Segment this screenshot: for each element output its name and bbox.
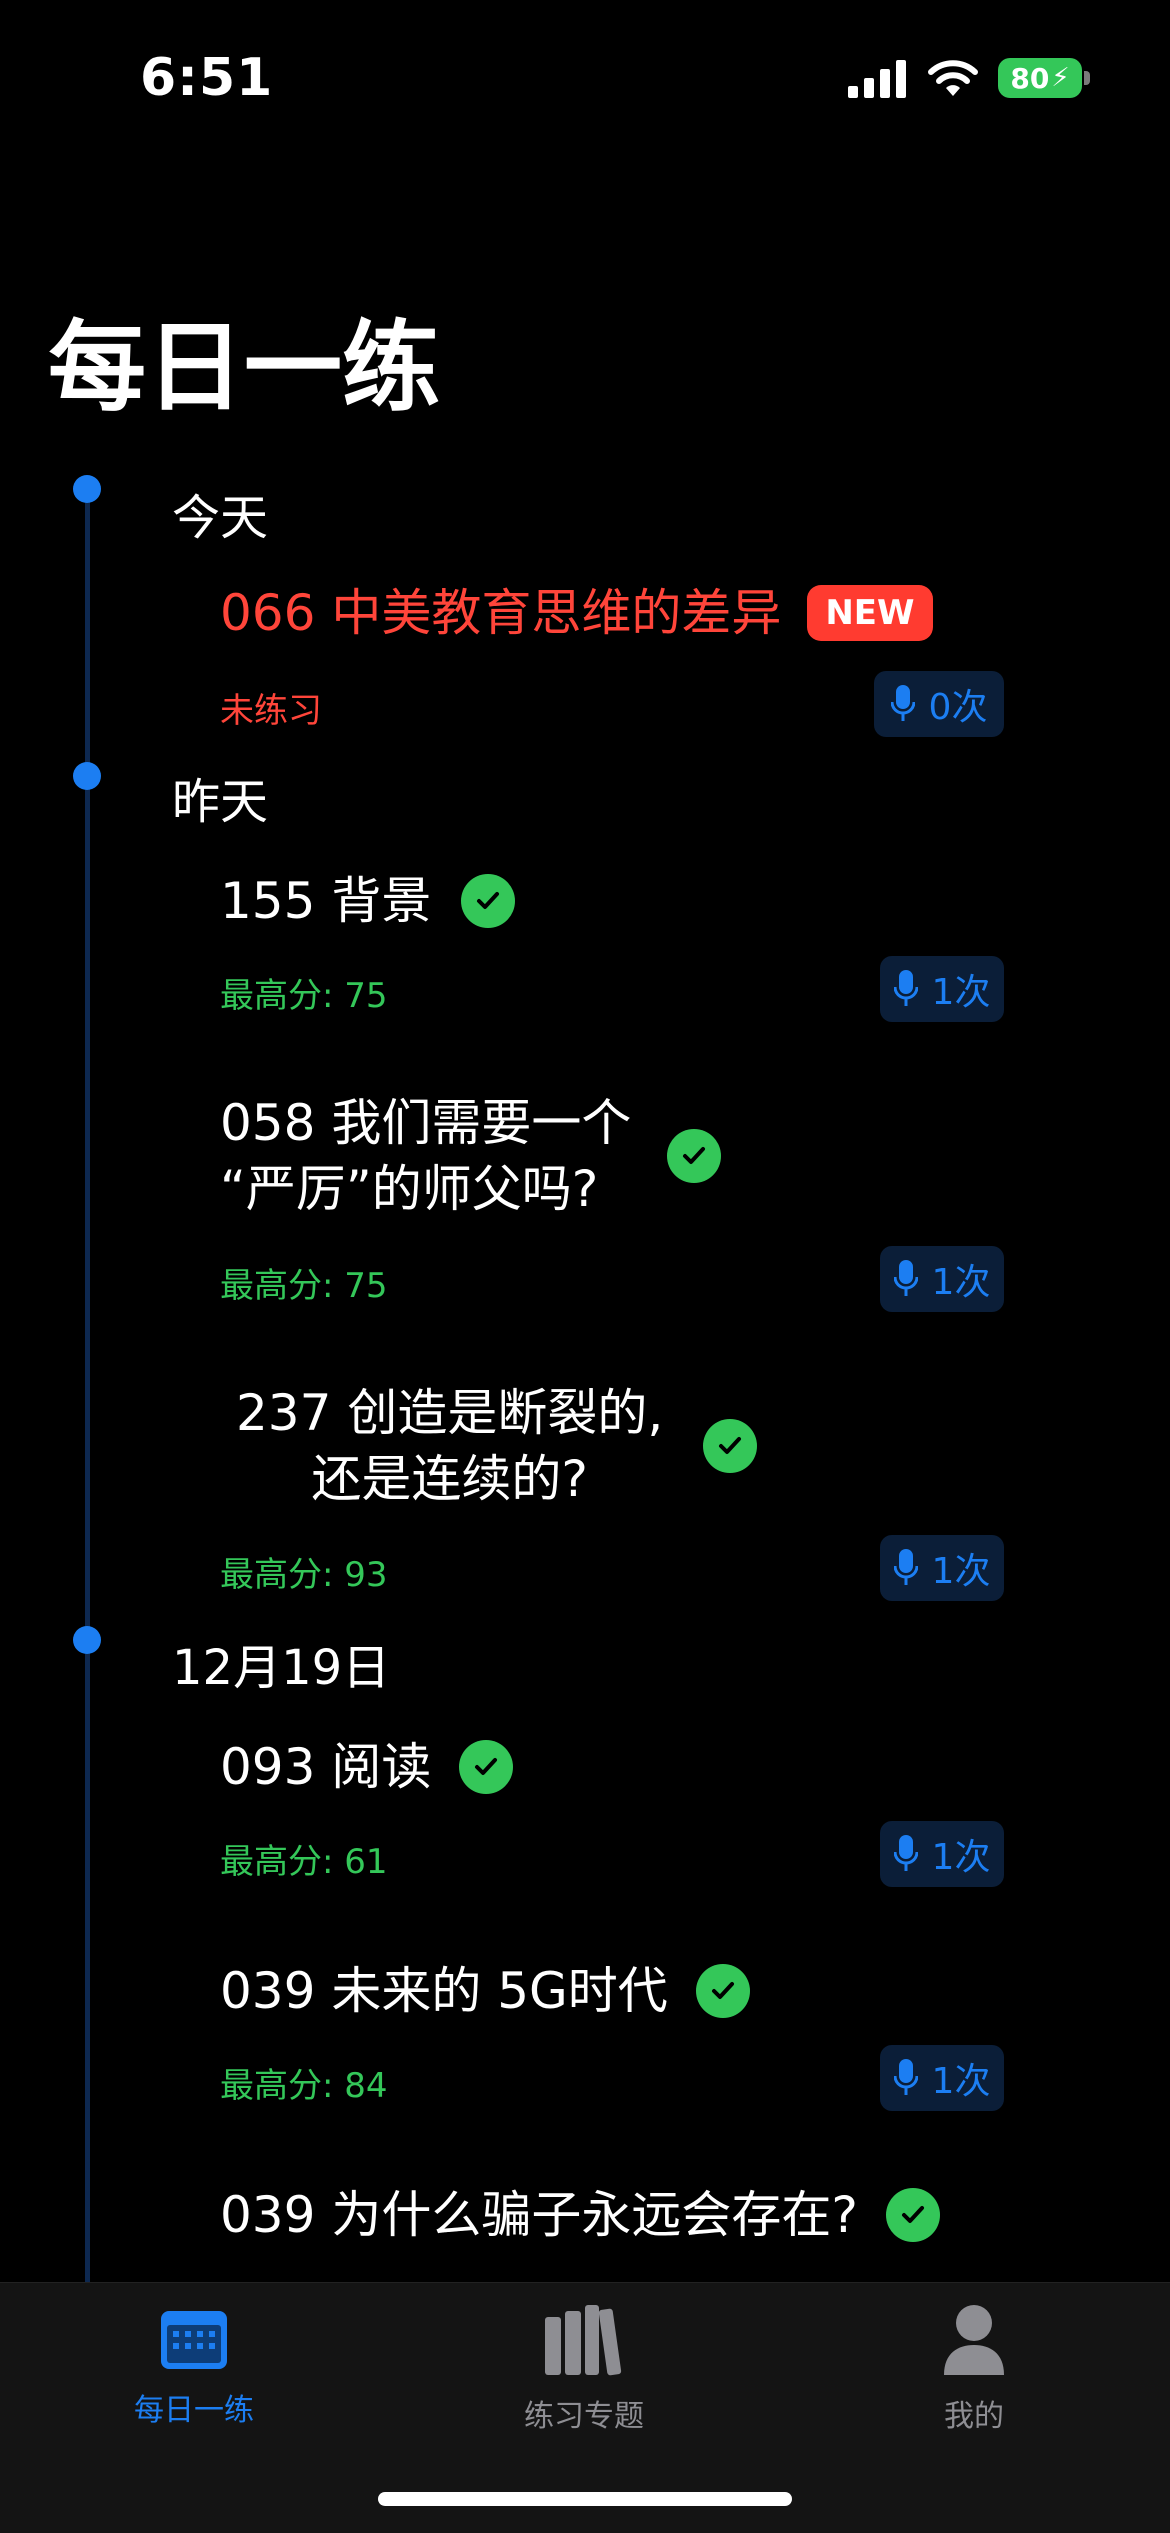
date-label: 12月19日: [172, 1640, 391, 1696]
list-item[interactable]: 058 我们需要一个 “严厉”的师父吗?: [220, 1090, 722, 1222]
best-score: 最高分: 75: [220, 976, 388, 1016]
tab-mine[interactable]: 我的: [824, 2301, 1124, 2435]
microphone-icon: [893, 1260, 918, 1296]
list-item[interactable]: 039 为什么骗子永远会存在?: [220, 2182, 940, 2248]
cellular-signal-icon: [848, 60, 906, 98]
best-score: 最高分: 93: [220, 1555, 388, 1595]
item-title: 066 中美教育思维的差异: [220, 584, 782, 642]
record-count-button[interactable]: 1次: [880, 956, 1004, 1022]
item-title: 093 阅读: [220, 1738, 432, 1796]
page-title: 每日一练: [48, 311, 441, 425]
status-time: 6:51: [140, 48, 274, 108]
check-icon: [885, 2188, 940, 2242]
list-item[interactable]: 237 创造是断裂的, 还是连续的?: [236, 1380, 758, 1512]
tab-practice-topics[interactable]: 练习专题: [434, 2301, 734, 2435]
best-score: 最高分: 84: [220, 2066, 388, 2106]
battery-indicator: 80 ⚡: [998, 58, 1090, 98]
item-title-line: “严厉”的师父吗?: [220, 1160, 599, 1218]
books-icon: [545, 2305, 622, 2376]
tab-label: 练习专题: [524, 2399, 644, 2434]
list-item[interactable]: 155 背景: [220, 868, 516, 934]
microphone-icon: [893, 970, 918, 1006]
charging-bolt-icon: ⚡: [1051, 63, 1070, 93]
timeline-dot: [73, 1626, 101, 1654]
check-icon: [667, 1129, 722, 1183]
record-count-button[interactable]: 1次: [880, 1535, 1004, 1601]
record-count-button[interactable]: 1次: [880, 2045, 1004, 2111]
date-label: 今天: [172, 490, 269, 546]
list-item[interactable]: 066 中美教育思维的差异 NEW: [220, 580, 933, 646]
record-count: 1次: [931, 2061, 991, 2102]
record-count-button[interactable]: 1次: [880, 1821, 1004, 1887]
microphone-icon: [890, 685, 915, 721]
person-icon: [944, 2305, 1004, 2375]
best-score: 最高分: 61: [220, 1842, 388, 1882]
home-indicator: [378, 2492, 792, 2506]
microphone-icon: [893, 2059, 918, 2095]
record-count: 1次: [931, 1837, 991, 1878]
record-count: 1次: [931, 972, 991, 1013]
list-item[interactable]: 093 阅读: [220, 1734, 514, 1800]
record-count-button[interactable]: 0次: [874, 671, 1004, 737]
item-title: 039 为什么骗子永远会存在?: [220, 2186, 858, 2244]
microphone-icon: [893, 1549, 918, 1585]
best-score: 最高分: 75: [220, 1266, 388, 1306]
timeline-dot: [73, 762, 101, 790]
microphone-icon: [893, 1835, 918, 1871]
record-count: 1次: [931, 1551, 991, 1592]
status-icons: 80 ⚡: [848, 54, 1090, 102]
tab-daily-practice[interactable]: 每日一练: [44, 2307, 344, 2429]
item-title: 039 未来的 5G时代: [220, 1962, 668, 2020]
timeline-dot: [73, 475, 101, 503]
item-title-line: 还是连续的?: [311, 1450, 588, 1508]
item-title-line: 058 我们需要一个: [220, 1094, 632, 1152]
item-title-line: 237 创造是断裂的,: [236, 1384, 664, 1442]
date-label: 昨天: [172, 774, 269, 830]
check-icon: [459, 1740, 514, 1794]
check-icon: [703, 1419, 758, 1473]
battery-level: 80: [1010, 61, 1050, 95]
new-badge: NEW: [807, 585, 933, 641]
practice-status: 未练习: [220, 691, 322, 731]
tab-label: 我的: [944, 2399, 1004, 2434]
record-count-button[interactable]: 1次: [880, 1246, 1004, 1312]
list-item[interactable]: 039 未来的 5G时代: [220, 1958, 750, 2024]
item-title: 155 背景: [220, 872, 432, 930]
check-icon: [695, 1964, 750, 2018]
record-count: 1次: [931, 1262, 991, 1303]
check-icon: [461, 874, 516, 928]
wifi-icon: [928, 60, 978, 96]
record-count: 0次: [928, 687, 988, 728]
tab-label: 每日一练: [134, 2393, 254, 2428]
calendar-icon: [161, 2311, 227, 2369]
